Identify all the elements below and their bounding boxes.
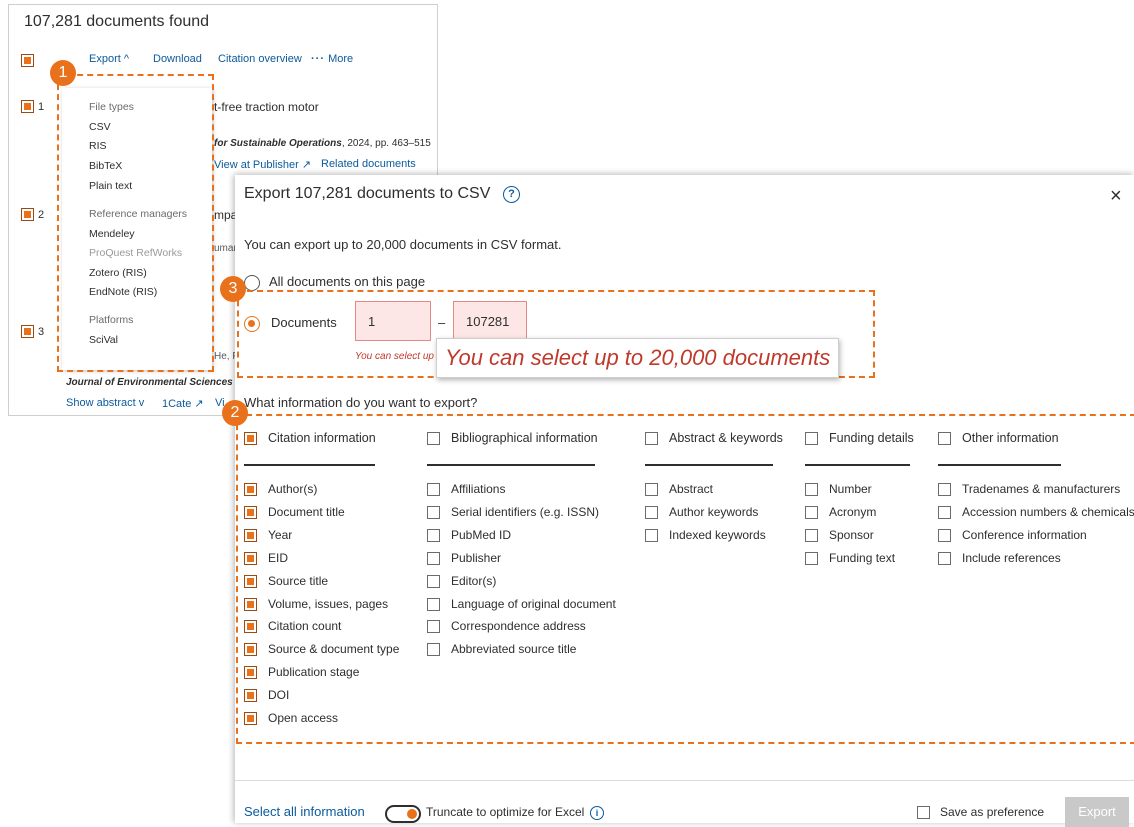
export-menu-button[interactable]: Export ^ bbox=[89, 53, 129, 65]
export-question: What information do you want to export? bbox=[244, 395, 478, 410]
results-count: 107,281 documents found bbox=[24, 13, 210, 30]
annotation-badge-2: 2 bbox=[222, 400, 248, 426]
show-abstract-link-3[interactable]: Show abstract v bbox=[66, 397, 144, 409]
external-link-icon: ↗ bbox=[301, 159, 312, 171]
info-icon[interactable]: i bbox=[590, 806, 604, 820]
cate-link-3[interactable]: 1Cate ↗ bbox=[162, 397, 204, 410]
result-journal-1: for Sustainable Operations, 2024, pp. 46… bbox=[214, 138, 431, 149]
export-limit-text: You can export up to 20,000 documents in… bbox=[244, 237, 562, 252]
related-documents-link-1[interactable]: Related documents bbox=[321, 158, 416, 170]
download-button[interactable]: Download bbox=[153, 53, 202, 65]
result-number-1: 1 bbox=[38, 101, 45, 113]
truncate-toggle[interactable] bbox=[385, 805, 421, 823]
chevron-down-icon: v bbox=[138, 397, 145, 409]
toggle-knob bbox=[407, 809, 417, 819]
save-preference-label: Save as preference bbox=[940, 805, 1045, 819]
select-all-checkbox[interactable] bbox=[21, 54, 34, 67]
result-checkbox-1[interactable] bbox=[21, 100, 34, 113]
external-link-icon: ↗ bbox=[194, 398, 204, 410]
annotation-badge-3: 3 bbox=[220, 276, 246, 302]
close-icon[interactable]: × bbox=[1110, 185, 1122, 208]
radio-all-documents[interactable] bbox=[244, 275, 260, 291]
footer-divider bbox=[235, 780, 1134, 781]
result-title-1[interactable]: t-free traction motor bbox=[214, 100, 319, 114]
radio-all-documents-label: All documents on this page bbox=[269, 274, 426, 289]
view-at-publisher-link-1[interactable]: View at Publisher ↗ bbox=[214, 158, 311, 171]
fields-highlight-box bbox=[236, 414, 1134, 744]
chevron-up-icon: ^ bbox=[123, 53, 130, 65]
annotation-badge-1: 1 bbox=[50, 60, 76, 86]
select-all-information-link[interactable]: Select all information bbox=[244, 804, 365, 819]
more-button[interactable]: ··· More bbox=[311, 53, 353, 65]
citation-overview-button[interactable]: Citation overview bbox=[218, 53, 302, 65]
result-number-2: 2 bbox=[38, 209, 45, 221]
save-preference-checkbox[interactable] bbox=[917, 806, 930, 819]
range-limit-callout: You can select up to 20,000 documents bbox=[436, 338, 840, 378]
truncate-label: Truncate to optimize for Excel bbox=[426, 805, 585, 819]
modal-title: Export 107,281 documents to CSV bbox=[244, 185, 491, 202]
result-checkbox-2[interactable] bbox=[21, 208, 34, 221]
help-icon[interactable]: ? bbox=[503, 186, 520, 203]
result-number-3: 3 bbox=[38, 326, 45, 338]
more-dots-icon: ··· bbox=[311, 53, 325, 65]
result-checkbox-3[interactable] bbox=[21, 325, 34, 338]
dropdown-highlight-box bbox=[57, 74, 214, 372]
